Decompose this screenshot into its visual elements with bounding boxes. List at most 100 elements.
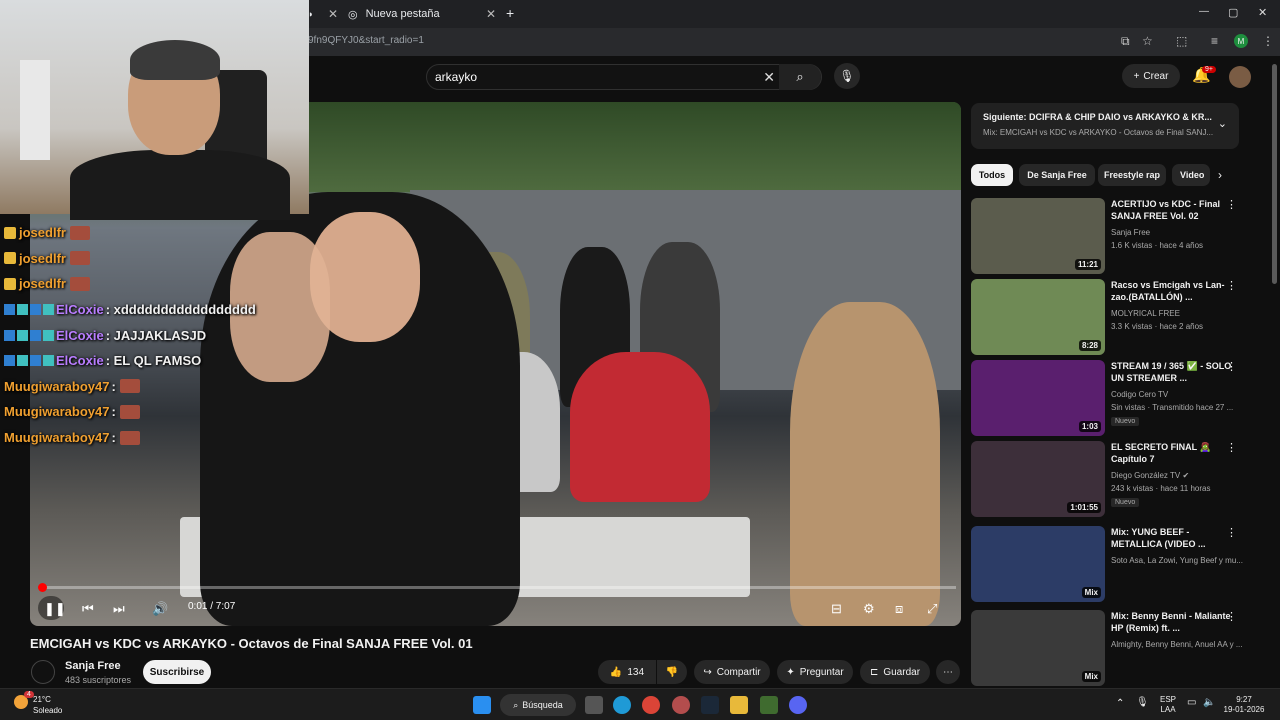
language-indicator[interactable]: ESP LAA [1160, 695, 1176, 715]
steam-icon[interactable] [701, 696, 719, 714]
fullscreen-icon[interactable]: ⤢ [927, 598, 937, 620]
bookmark-star-icon[interactable]: ☆ [1142, 34, 1153, 48]
video-title[interactable]: Mix: YUNG BEEF - METALLICA (VIDEO ... [1111, 526, 1237, 550]
chrome-icon[interactable] [642, 696, 660, 714]
more-options-icon[interactable]: ⋮ [1226, 198, 1237, 211]
network-icon[interactable]: ▭ [1187, 698, 1196, 708]
clear-search-icon[interactable]: ✕ [763, 69, 775, 86]
extensions-icon[interactable]: ⬚ [1176, 34, 1187, 48]
more-options-icon[interactable]: ⋮ [1226, 526, 1237, 539]
chat-message: josedlfr [4, 220, 304, 246]
next-icon[interactable]: ⏭ [113, 598, 125, 620]
scrollbar[interactable] [1272, 64, 1277, 284]
clock[interactable]: 9:27 19-01-2026 [1222, 695, 1266, 715]
crown-badge-icon [4, 252, 16, 265]
share-icon: ↪ [703, 666, 712, 678]
like-button[interactable]: 👍 134 [598, 660, 656, 684]
account-avatar[interactable] [1229, 66, 1251, 88]
cast-icon[interactable]: ⧉ [1121, 34, 1130, 49]
video-thumbnail[interactable]: 11:21 [971, 198, 1105, 274]
voice-search-button[interactable]: 🎙 [834, 63, 860, 89]
new-tab-button[interactable]: + [506, 5, 514, 21]
taskbar-search[interactable]: ⌕ Búsqueda [500, 694, 576, 716]
microphone-icon[interactable]: 🎙 [1136, 698, 1149, 708]
ask-button[interactable]: ✦ Preguntar [777, 660, 853, 684]
subscribe-button[interactable]: Suscribirse [143, 660, 211, 684]
discord-icon[interactable] [789, 696, 807, 714]
video-thumbnail[interactable]: Mix [971, 610, 1105, 686]
search-input[interactable]: arkayko [435, 70, 477, 84]
volume-icon[interactable]: 🔊 [152, 598, 168, 620]
chat-emote-icon [69, 276, 90, 291]
more-options-icon[interactable]: ⋮ [1226, 360, 1237, 373]
speaker-icon[interactable]: 🔈 [1203, 698, 1215, 708]
channel-name: Codigo Cero TV [1111, 390, 1169, 399]
settings-gear-icon[interactable]: ⚙ [863, 598, 875, 620]
recommended-video[interactable]: 8:28 Racso vs Emcigah vs Lan-zao.(BATALLÓ… [971, 279, 1251, 355]
filter-chip[interactable]: Video [1172, 164, 1210, 186]
tab-close-icon[interactable]: ✕ [486, 7, 496, 21]
pause-icon[interactable]: ❚❚ [44, 598, 66, 620]
subtitles-icon[interactable]: ⊟ [831, 598, 842, 620]
recommended-video[interactable]: 11:21 ACERTIJO vs KDC - Final SANJA FREE … [971, 198, 1251, 274]
channel-avatar[interactable] [31, 660, 55, 684]
save-button[interactable]: ⊏ Guardar [860, 660, 930, 684]
maximize-button[interactable]: ▢ [1228, 6, 1238, 19]
search-button[interactable]: ⌕ [779, 64, 821, 90]
browser-tab-new[interactable]: ◎ Nueva pestaña ✕ [344, 2, 496, 26]
chat-badge-icon [4, 329, 15, 341]
filter-chip[interactable]: Todos [971, 164, 1013, 186]
file-explorer-icon[interactable] [730, 696, 748, 714]
channel-name[interactable]: Sanja Free [65, 660, 121, 672]
video-title[interactable]: EL SECRETO FINAL 🧟‍♀️ Capítulo 7 [1111, 441, 1237, 465]
more-options-icon[interactable]: ⋮ [1226, 441, 1237, 454]
search-box[interactable]: arkayko ✕ ⌕ [426, 64, 822, 90]
video-thumbnail[interactable]: 8:28 [971, 279, 1105, 355]
dislike-button[interactable]: 👎 [657, 660, 687, 684]
progress-scrubber[interactable] [37, 583, 47, 592]
minimize-button[interactable]: — [1199, 6, 1209, 17]
close-window-button[interactable]: ✕ [1258, 6, 1267, 19]
chat-text: : [111, 378, 116, 394]
app-icon[interactable] [672, 696, 690, 714]
edge-icon[interactable] [613, 696, 631, 714]
recommended-video[interactable]: 1:01:55 EL SECRETO FINAL 🧟‍♀️ Capítulo 7 D… [971, 441, 1251, 517]
recommended-video[interactable]: Mix Mix: Benny Benni - Maliante HP (Remix… [971, 610, 1251, 686]
filter-chip[interactable]: De Sanja Free [1019, 164, 1095, 186]
chat-emote-icon [69, 251, 90, 266]
tab-close-icon[interactable]: ✕ [328, 7, 338, 21]
video-thumbnail[interactable]: 1:01:55 [971, 441, 1105, 517]
chat-username: josedlfr [19, 225, 66, 241]
windows-start-icon[interactable] [473, 696, 491, 714]
more-options-icon[interactable]: ⋮ [1226, 279, 1237, 292]
next-up-panel[interactable]: Siguiente: DCIFRA & CHIP DAIO vs ARKAYKO… [971, 103, 1239, 149]
chevron-down-icon[interactable]: ⌄ [1218, 117, 1227, 130]
url-field[interactable]: 9fn9QFYJ0&start_radio=1 [308, 35, 424, 46]
video-title[interactable]: STREAM 19 / 365 ✅ - SOLO UN STREAMER ... [1111, 360, 1237, 384]
browser-menu-icon[interactable]: ⋮ [1262, 34, 1274, 48]
task-view-icon[interactable] [585, 696, 603, 714]
previous-icon[interactable]: ⏮ [82, 598, 94, 620]
recommended-video[interactable]: Mix Mix: YUNG BEEF - METALLICA (VIDEO ...… [971, 526, 1251, 602]
chevron-up-icon[interactable]: ⌃ [1116, 699, 1124, 709]
weather-temp[interactable]: 21°C [33, 695, 51, 704]
video-title[interactable]: Racso vs Emcigah vs Lan-zao.(BATALLÓN) .… [1111, 279, 1237, 303]
filter-chip[interactable]: Freestyle rap [1098, 164, 1166, 186]
video-thumbnail[interactable]: Mix [971, 526, 1105, 602]
app-icon[interactable] [760, 696, 778, 714]
create-button[interactable]: + Crear [1122, 64, 1180, 88]
miniplayer-icon[interactable]: ⧈ [895, 598, 903, 620]
video-title[interactable]: ACERTIJO vs KDC - Final SANJA FREE Vol. … [1111, 198, 1237, 222]
weather-desc[interactable]: Soleado [33, 706, 62, 715]
video-thumbnail[interactable]: 1:03 [971, 360, 1105, 436]
chevron-right-icon[interactable]: › [1218, 168, 1222, 182]
media-control-icon[interactable]: ≡ [1211, 34, 1218, 48]
more-options-icon[interactable]: ⋮ [1226, 610, 1237, 623]
profile-avatar[interactable]: M [1234, 34, 1248, 48]
video-title[interactable]: Mix: Benny Benni - Maliante HP (Remix) f… [1111, 610, 1237, 634]
recommended-video[interactable]: 1:03 STREAM 19 / 365 ✅ - SOLO UN STREAMER… [971, 360, 1251, 436]
more-actions-button[interactable]: ⋯ [936, 660, 960, 684]
browser-tab-previous[interactable]: ◗ ✕ [308, 2, 338, 26]
video-progress-bar[interactable] [37, 583, 956, 592]
share-button[interactable]: ↪ Compartir [694, 660, 770, 684]
